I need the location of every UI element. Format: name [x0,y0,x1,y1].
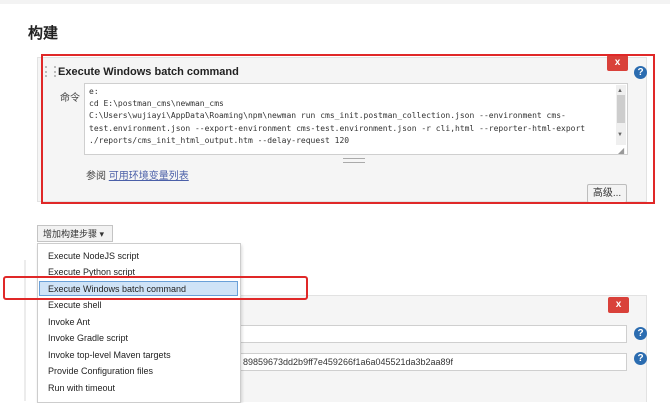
add-build-step-button[interactable]: 增加构建步骤 ▾ [37,225,113,242]
top-divider [0,0,670,4]
menu-item-config-files[interactable]: Provide Configuration files [48,366,153,376]
menu-item-shell[interactable]: Execute shell [48,300,102,310]
command-line: cd E:\postman_cms\newman_cms [89,99,224,109]
chevron-down-icon: ▾ [99,229,105,239]
menu-item-python[interactable]: Execute Python script [48,267,135,277]
env-vars-link[interactable]: 可用环境变量列表 [109,171,189,182]
command-line: ./reports/cms_init_html_output.htm --del… [89,135,350,145]
delete-step-button-2[interactable]: x [608,297,629,313]
help-icon[interactable]: ? [634,352,647,365]
menu-item-ant[interactable]: Invoke Ant [48,317,90,327]
add-step-dropdown-menu: Execute NodeJS script Execute Python scr… [37,243,241,403]
advanced-button[interactable]: 高级... [587,184,627,203]
section-title: 构建 [28,25,59,42]
add-build-step-label: 增加构建步骤 [43,229,98,239]
menu-item-windows-batch[interactable]: Execute Windows batch command [48,284,186,294]
menu-item-nodejs[interactable]: Execute NodeJS script [48,251,139,261]
drag-handle-icon[interactable] [45,66,56,77]
menu-item-timeout[interactable]: Run with timeout [48,383,115,393]
command-label: 命令 [60,93,80,104]
second-build-step-panel [237,295,647,402]
command-line: C:\Users\wujiayi\AppData\Roaming\npm\new… [89,111,566,121]
see-also: 参阅 可用环境变量列表 [86,167,189,182]
help-icon[interactable]: ? [634,327,647,340]
help-icon[interactable]: ? [634,66,647,79]
menu-item-maven[interactable]: Invoke top-level Maven targets [48,350,171,360]
delete-step-button[interactable]: x [607,55,628,71]
left-divider [24,260,26,401]
textarea-expand-handle[interactable] [343,158,365,163]
step-title: Execute Windows batch command [58,66,239,78]
scroll-up-icon[interactable]: ▲ [617,88,623,94]
scroll-down-icon[interactable]: ▼ [617,132,623,138]
resize-grip-icon[interactable]: ◢ [618,146,624,155]
command-line: test.environment.json --export-environme… [89,123,586,133]
step2-field-1[interactable] [239,325,627,343]
command-line: e: [89,87,99,96]
command-textarea[interactable]: e: cd E:\postman_cms\newman_cms C:\Users… [84,83,628,155]
step2-field-2[interactable]: 89859673dd2b9ff7e459266f1a6a045521da3b2a… [239,353,627,371]
menu-item-gradle[interactable]: Invoke Gradle script [48,333,128,343]
see-also-prefix: 参阅 [86,171,106,182]
